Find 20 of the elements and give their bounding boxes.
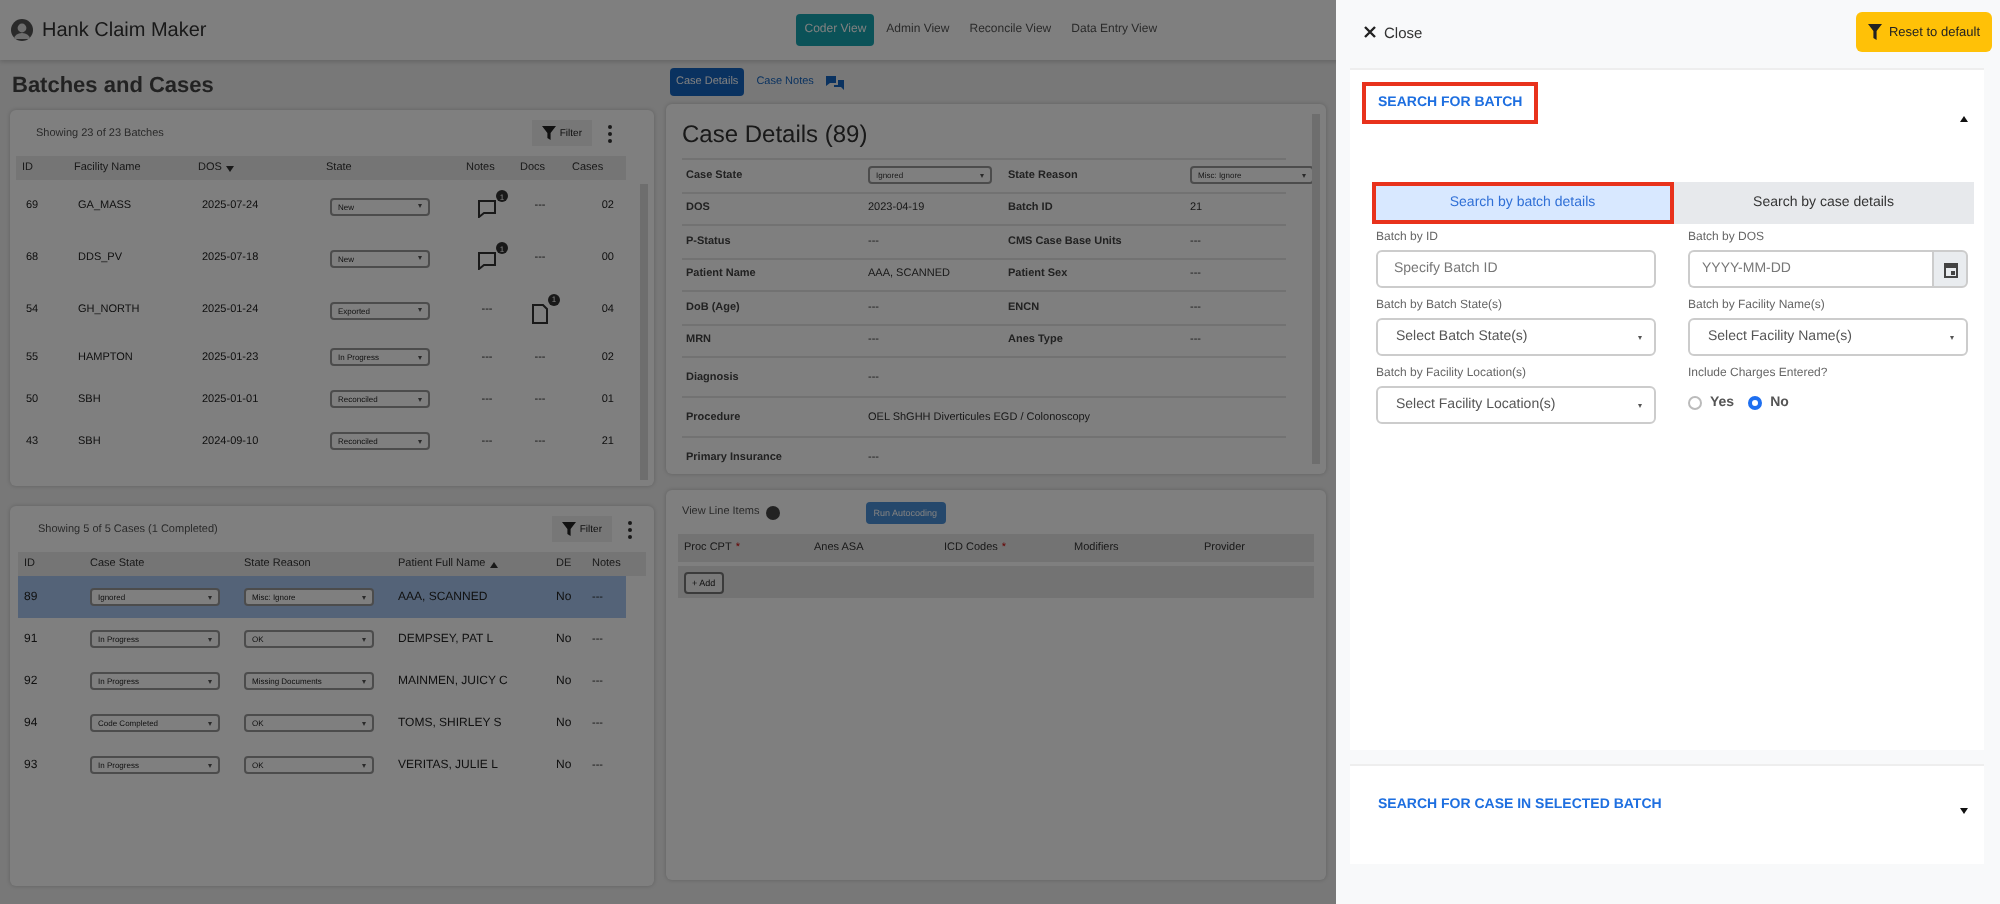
radio-button[interactable] — [1748, 395, 1763, 409]
radio-button[interactable] — [1688, 395, 1702, 409]
comment-icon — [478, 252, 496, 270]
help-icon — [765, 505, 780, 519]
section-title: Case Details (89) — [682, 118, 870, 152]
page-title: Batches and Cases — [10, 72, 216, 102]
filter-icon — [541, 126, 556, 140]
filter-icon — [561, 522, 576, 536]
avatar-icon — [10, 18, 34, 42]
calendar-icon — [1943, 261, 1957, 277]
close-icon — [1364, 26, 1376, 38]
comments-icon — [825, 75, 844, 89]
document-icon — [532, 303, 548, 323]
caret-icon[interactable] — [1960, 808, 1968, 814]
caret-icon[interactable] — [1960, 116, 1968, 122]
more-icon — [606, 123, 614, 143]
more-icon — [626, 519, 634, 539]
calendar-button[interactable] — [1932, 250, 1968, 288]
app-title: Hank Claim Maker — [42, 19, 207, 41]
comment-icon — [478, 200, 496, 218]
